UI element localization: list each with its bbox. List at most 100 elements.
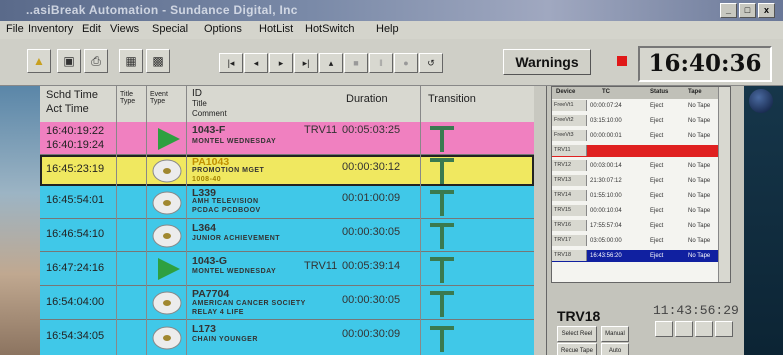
recue-tape-button[interactable]: Recue Tape <box>557 343 597 355</box>
row-title: JUNIOR ACHIEVEMENT <box>192 235 281 242</box>
device-row[interactable]: TRV16 17:55:57:04 Eject No Tape <box>552 220 730 232</box>
row-id: L364 <box>192 222 216 234</box>
row-comment: RELAY 4 LIFE <box>192 309 244 316</box>
menu-inventory[interactable]: Inventory <box>28 23 73 35</box>
play-icon[interactable]: ▸ <box>269 53 293 73</box>
print-icon[interactable]: ⎙ <box>84 49 108 73</box>
menu-special[interactable]: Special <box>152 23 188 35</box>
pause-icon[interactable]: ‖ <box>369 53 393 73</box>
device-row[interactable]: TRV11 <box>552 145 730 157</box>
warnings-button[interactable]: Warnings <box>503 49 591 75</box>
maximize-button[interactable]: □ <box>739 3 756 18</box>
header-title-type[interactable]: Title Type <box>120 91 144 105</box>
menu-views[interactable]: Views <box>110 23 139 35</box>
device-table-scrollbar[interactable] <box>718 87 730 282</box>
row-duration: 00:00:30:12 <box>342 161 401 173</box>
disc-event-icon <box>152 159 182 183</box>
device-timecode: 00:00:00:01 <box>590 133 622 139</box>
auto-button[interactable]: Auto <box>601 343 629 355</box>
device-status: Eject <box>650 118 664 124</box>
menu-file[interactable]: File <box>6 23 24 35</box>
selected-device-timecode: 11:43:56:29 <box>653 303 739 318</box>
schedule-row[interactable]: 16:46:54:10 L364 JUNIOR ACHIEVEMENT 00:0… <box>40 219 534 252</box>
header-id[interactable]: ID <box>192 88 202 99</box>
disc-event-icon <box>152 326 182 350</box>
device-name: TRV13 <box>552 175 587 186</box>
device-status: Eject <box>650 238 664 244</box>
menu-hotlist[interactable]: HotList <box>259 23 293 35</box>
device-panel: Device TC Status Tape FreeVt1 00:00:07:24… <box>546 86 745 355</box>
device-row[interactable]: TRV12 00:03:00:14 Eject No Tape <box>552 160 730 172</box>
device-timecode: 00:00:10:04 <box>590 208 622 214</box>
device-timecode: 03:05:00:00 <box>590 238 622 244</box>
manual-button[interactable]: Manual <box>601 326 629 342</box>
device-row[interactable]: FreeVt1 00:00:07:24 Eject No Tape <box>552 100 730 112</box>
columns-icon[interactable]: ▦ <box>119 49 143 73</box>
row-sched-time: 16:47:24:16 <box>46 262 105 274</box>
eject-icon[interactable]: ▴ <box>319 53 343 73</box>
device-control-button[interactable] <box>675 321 693 337</box>
save-icon[interactable]: ▣ <box>57 49 81 73</box>
column-divider <box>116 86 117 355</box>
schedule-row[interactable]: 16:47:24:16 1043-G MONTEL WEDNESDAY TRV1… <box>40 252 534 286</box>
device-status: Eject <box>650 163 664 169</box>
device-row[interactable]: TRV17 03:05:00:00 Eject No Tape <box>552 235 730 247</box>
device-name: TRV11 <box>552 145 587 156</box>
device-control-button[interactable] <box>655 321 673 337</box>
rewind-icon[interactable]: ◂ <box>244 53 268 73</box>
desktop-background <box>744 86 783 355</box>
header-tape[interactable]: Tape <box>688 89 702 95</box>
device-control-button[interactable] <box>715 321 733 337</box>
device-table: Device TC Status Tape FreeVt1 00:00:07:24… <box>551 86 731 283</box>
header-schd-time[interactable]: Schd Time <box>46 89 98 101</box>
window-title: ..asiBreak Automation - Sundance Digital… <box>26 3 298 17</box>
device-tape: No Tape <box>688 253 711 259</box>
header-comment[interactable]: Comment <box>192 109 227 118</box>
schedule-row-selected[interactable]: 16:45:23:19 PA1043 PROMOTION MGET 1008-4… <box>40 155 534 186</box>
menu-edit[interactable]: Edit <box>82 23 101 35</box>
device-row[interactable]: TRV18 16:43:56:20 Eject No Tape <box>552 250 730 262</box>
device-row[interactable]: TRV14 01:55:10:00 Eject No Tape <box>552 190 730 202</box>
record-icon[interactable]: ● <box>394 53 418 73</box>
row-duration: 00:00:30:09 <box>342 328 401 340</box>
refresh-icon[interactable]: ↺ <box>419 53 443 73</box>
header-device[interactable]: Device <box>556 89 575 95</box>
device-status: Eject <box>650 193 664 199</box>
select-reel-button[interactable]: Select Reel <box>557 326 597 342</box>
row-title: PROMOTION MGET <box>192 167 265 174</box>
header-tc[interactable]: TC <box>602 89 610 95</box>
device-row[interactable]: FreeVt3 00:00:00:01 Eject No Tape <box>552 130 730 142</box>
schedule-row[interactable]: 16:54:04:00 PA7704 AMERICAN CANCER SOCIE… <box>40 286 534 320</box>
schedule-row[interactable]: 16:54:34:05 L173 CHAIN YOUNGER 00:00:30:… <box>40 320 534 355</box>
header-duration[interactable]: Duration <box>346 93 388 105</box>
stop-icon[interactable]: ■ <box>344 53 368 73</box>
device-row[interactable]: TRV13 21:30:07:12 Eject No Tape <box>552 175 730 187</box>
header-title[interactable]: Title <box>192 99 207 108</box>
device-timecode: 00:00:07:24 <box>590 103 622 109</box>
disc-event-icon <box>152 291 182 315</box>
header-status[interactable]: Status <box>650 89 668 95</box>
row-comment: 1008-40 <box>192 176 222 183</box>
device-table-header: Device TC Status Tape <box>552 87 730 99</box>
open-folder-icon[interactable]: ▲ <box>27 49 51 73</box>
printer-icon[interactable]: ▩ <box>146 49 170 73</box>
device-row[interactable]: FreeVt2 03:15:10:00 Eject No Tape <box>552 115 730 127</box>
menu-help[interactable]: Help <box>376 23 399 35</box>
device-control-button[interactable] <box>695 321 713 337</box>
minimize-button[interactable]: _ <box>720 3 737 18</box>
skip-to-end-icon[interactable]: ▸| <box>294 53 318 73</box>
menu-options[interactable]: Options <box>204 23 242 35</box>
skip-to-start-icon[interactable]: |◂ <box>219 53 243 73</box>
globe-icon <box>749 89 773 113</box>
close-button[interactable]: x <box>758 3 775 18</box>
schedule-row[interactable]: 16:45:54:01 L339 AMH TELEVISION PCDAC PC… <box>40 186 534 219</box>
device-timecode: 03:15:10:00 <box>590 118 622 124</box>
row-device: TRV11 <box>304 260 338 272</box>
header-act-time[interactable]: Act Time <box>46 103 89 115</box>
device-row[interactable]: TRV15 00:00:10:04 Eject No Tape <box>552 205 730 217</box>
header-event-type[interactable]: Event Type <box>150 91 178 105</box>
header-transition[interactable]: Transition <box>428 93 476 105</box>
menu-hotswitch[interactable]: HotSwitch <box>305 23 355 35</box>
schedule-row[interactable]: 16:40:19:22 16:40:19:24 1043-F MONTEL WE… <box>40 122 534 155</box>
row-title: MONTEL WEDNESDAY <box>192 138 277 145</box>
